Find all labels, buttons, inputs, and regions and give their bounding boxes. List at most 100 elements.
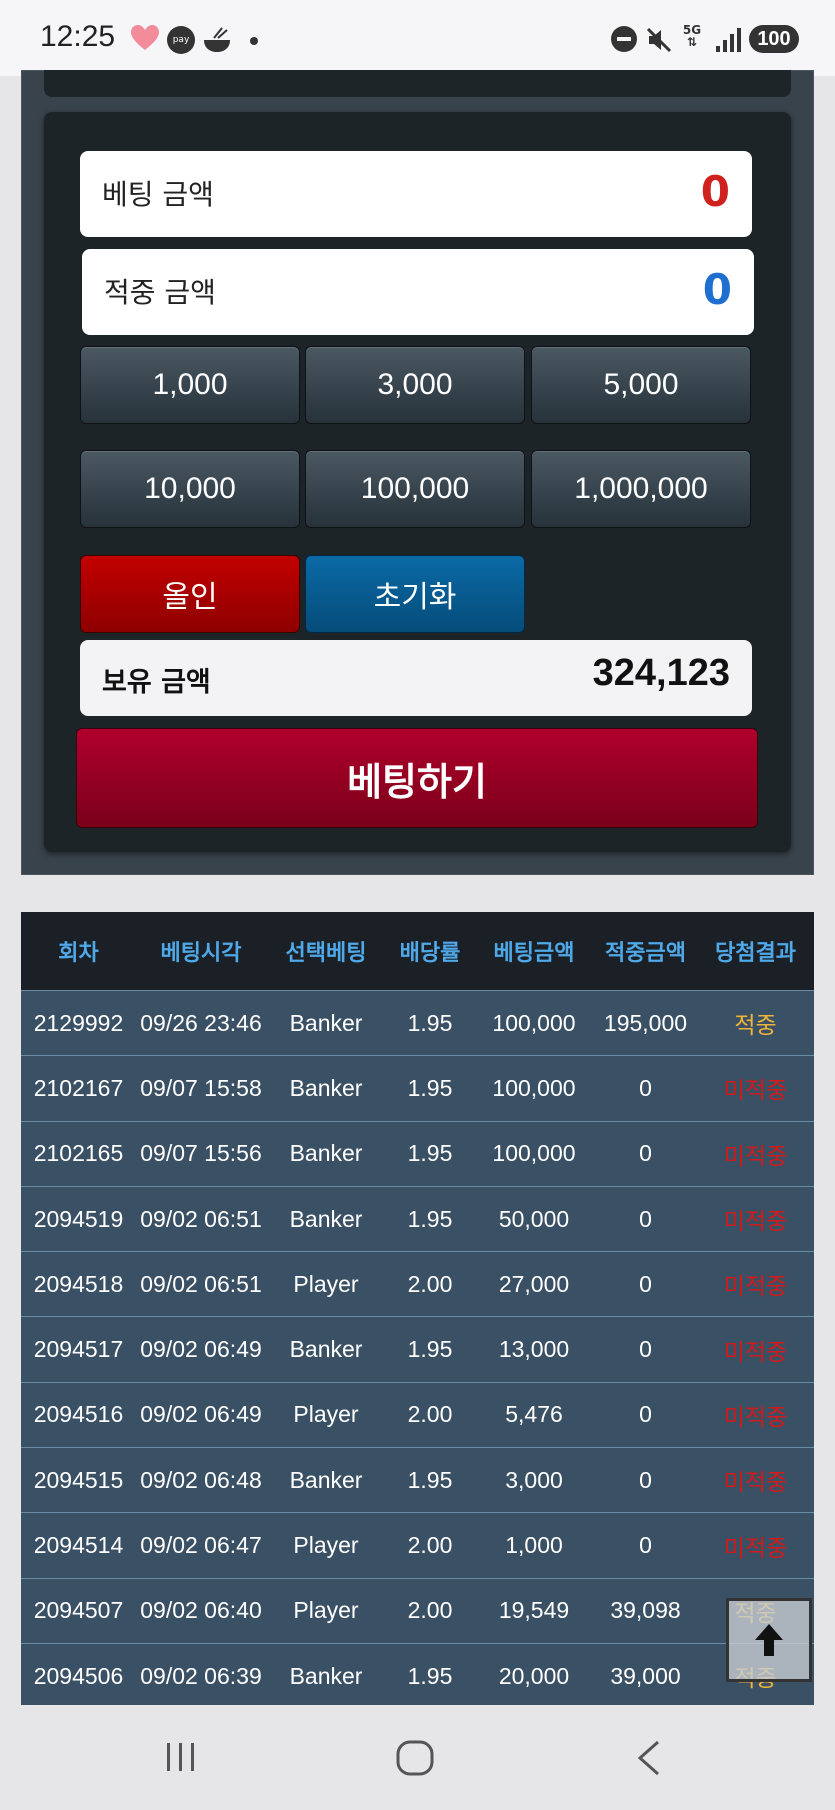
cell-odds: 1.95 [407,1205,453,1232]
scroll-to-top-button[interactable] [726,1598,812,1682]
cell-odds: 2.00 [407,1270,453,1297]
cell-bet-time: 09/02 06:49 [140,1336,262,1363]
cell-round: 2094515 [33,1466,124,1493]
cell-result: 미적중 [723,1338,788,1365]
cell-result: 적중 [734,1012,777,1039]
cell-win-amount: 0 [639,1466,652,1493]
5g-icon: 5G ⇅ [682,23,702,49]
clock: 12:25 [40,20,116,53]
cell-selection: Banker [289,1074,363,1101]
cell-odds: 1.95 [407,1009,453,1036]
chip-button-1000000[interactable]: 1,000,000 [531,450,751,528]
cell-bet-amount: 3,000 [505,1466,563,1493]
cell-bet-amount: 5,476 [505,1401,563,1428]
win-amount-value: 0 [702,265,732,314]
table-row: 2094516 09/02 06:49 Player 2.00 5,476 0 미적중 [21,1381,814,1448]
cell-result: 미적중 [723,1469,788,1496]
cell-round: 2102165 [33,1140,124,1167]
cell-round: 2094517 [33,1336,124,1363]
header-odds: 배당률 [399,941,461,966]
header-result: 당첨결과 [715,941,796,966]
cell-result: 미적중 [723,1142,788,1169]
header-win-amount: 적중금액 [605,941,686,966]
table-row: 2094514 09/02 06:47 Player 2.00 1,000 0 미적중 [21,1512,814,1578]
cell-result: 미적중 [723,1534,788,1561]
bet-amount-label: 베팅 금액 [102,178,214,211]
cell-round: 2094514 [33,1532,124,1559]
cell-selection: Player [293,1401,359,1428]
navigation-bar [0,1705,835,1810]
cell-bet-time: 09/02 06:47 [140,1532,262,1559]
cell-result: 미적중 [723,1403,788,1430]
cell-win-amount: 0 [639,1270,652,1297]
mute-icon [646,27,672,53]
battery-icon: 100 [749,25,799,53]
table-row: 2094517 09/02 06:49 Banker 1.95 13,000 0 미적중 [21,1316,814,1382]
table-row: 2094515 09/02 06:48 Banker 1.95 3,000 0 미적중 [21,1447,814,1513]
header-bet-amount: 베팅금액 [493,941,575,966]
cell-round: 2094507 [33,1597,124,1624]
cell-bet-amount: 27,000 [498,1270,570,1297]
bet-history-table: 회차 베팅시각 선택베팅 배당률 베팅금액 적중금액 당첨결과 2129992 0… [21,912,814,1709]
cell-odds: 1.95 [407,1140,453,1167]
cell-bet-time: 09/26 23:46 [140,1009,262,1036]
all-in-button[interactable]: 올인 [80,555,300,633]
pay-icon: pay [167,26,195,54]
chip-button-100000[interactable]: 100,000 [305,450,525,528]
table-row: 2094507 09/02 06:40 Player 2.00 19,549 39,098… [21,1577,814,1643]
table-row: 2129992 09/26 23:46 Banker 1.95 100,000 195,0… [21,990,814,1056]
cell-win-amount: 39,098 [610,1597,681,1624]
cell-bet-time: 09/02 06:51 [140,1270,262,1297]
balance-label: 보유 금액 [102,667,211,698]
heart-icon [131,25,159,50]
cell-win-amount: 0 [639,1336,652,1363]
cell-selection: Player [293,1532,359,1559]
balance-field: 보유 금액 324,123 [80,640,752,716]
bowl-icon [204,27,230,52]
cell-selection: Banker [289,1009,363,1036]
cell-bet-time: 09/02 06:39 [140,1662,262,1689]
cell-selection: Banker [289,1662,363,1689]
header-selection: 선택베팅 [285,941,367,966]
back-icon[interactable] [634,1739,664,1777]
signal-icon [716,28,741,52]
cell-odds: 1.95 [407,1662,453,1689]
cell-bet-amount: 50,000 [498,1205,570,1232]
recent-apps-icon[interactable] [163,1739,199,1775]
reset-button[interactable]: 초기화 [305,555,525,633]
cell-bet-amount: 13,000 [498,1336,570,1363]
status-bar: 12:25 pay 5G ⇅ 100 [0,0,835,76]
chip-button-5000[interactable]: 5,000 [531,346,751,424]
win-amount-label: 적중 금액 [104,276,216,309]
cell-round: 2102167 [33,1074,124,1101]
do-not-disturb-icon [611,26,637,52]
table-row: 2102165 09/07 15:56 Banker 1.95 100,000 0 미적중 [21,1120,814,1186]
pay-label: pay [172,35,190,45]
cell-round: 2094518 [33,1270,124,1297]
cell-win-amount: 39,000 [610,1662,681,1689]
notification-dot-icon [250,37,258,45]
chip-button-3000[interactable]: 3,000 [305,346,525,424]
cell-win-amount: 0 [639,1074,652,1101]
chip-button-1000[interactable]: 1,000 [80,346,300,424]
table-header: 회차 베팅시각 선택베팅 배당률 베팅금액 적중금액 당첨결과 [21,912,814,990]
cell-round: 2129992 [33,1009,124,1036]
cell-selection: Player [293,1270,359,1297]
cell-bet-amount: 100,000 [492,1074,576,1101]
cell-win-amount: 195,000 [603,1009,688,1036]
chip-button-10000[interactable]: 10,000 [80,450,300,528]
cell-bet-time: 09/07 15:56 [140,1140,262,1167]
cell-odds: 2.00 [407,1597,453,1624]
place-bet-button[interactable]: 베팅하기 [76,728,758,828]
balance-value: 324,123 [592,652,730,694]
arrow-up-icon [755,1624,783,1656]
cell-selection: Banker [289,1205,363,1232]
cell-bet-amount: 1,000 [505,1532,563,1559]
home-icon[interactable] [395,1739,435,1777]
cell-selection: Banker [289,1336,363,1363]
cell-bet-amount: 100,000 [492,1140,576,1167]
cell-bet-time: 09/02 06:49 [140,1401,262,1428]
table-row: 2094506 09/02 06:39 Banker 1.95 20,000 39,000… [21,1642,814,1709]
cell-selection: Player [293,1597,359,1624]
cell-round: 2094519 [33,1205,124,1232]
